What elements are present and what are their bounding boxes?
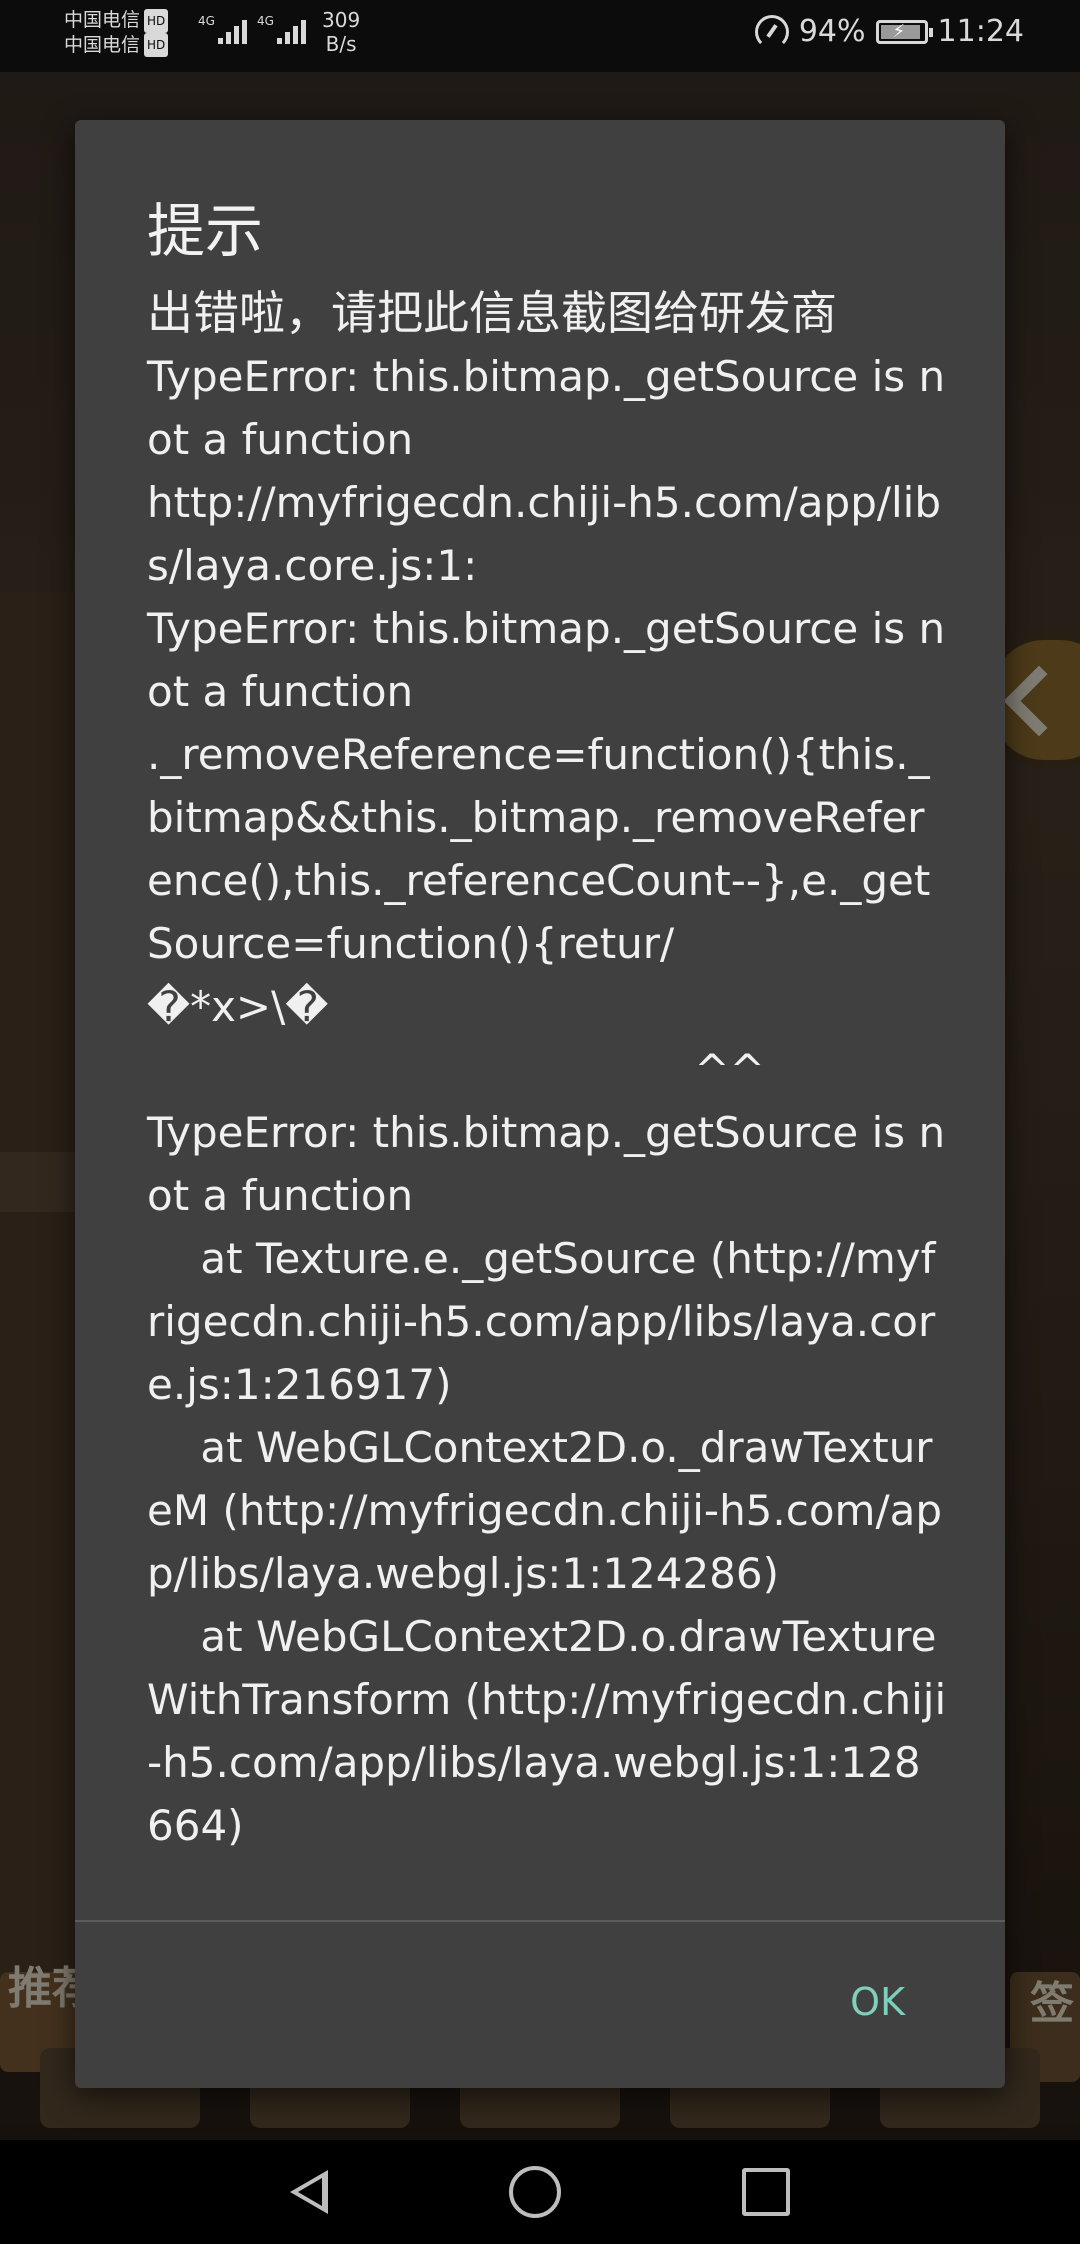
status-right: 94% ⚡ 11:24	[754, 14, 1024, 49]
battery-charging-icon: ⚡	[875, 19, 933, 44]
network-speed: 309 B/s	[322, 8, 360, 56]
performance-gauge-icon	[754, 14, 789, 49]
error-stack-trace: TypeError: this.bitmap._getSource is not…	[147, 352, 947, 1850]
charging-bolt-icon: ⚡	[892, 20, 906, 42]
home-icon[interactable]	[508, 2166, 561, 2218]
carrier-info: 中国电信 HD 中国电信 HD	[64, 8, 169, 57]
hd-badge-1: HD	[144, 8, 169, 33]
signal-icon: 4G	[198, 14, 247, 44]
dialog-message: 出错啦，请把此信息截图给研发商 TypeError: this.bitmap._…	[147, 282, 947, 1857]
status-bar: 中国电信 HD 中国电信 HD 4G 4G 309 B/s 94% ⚡ 11:24	[0, 0, 1080, 72]
signal-icon: 4G	[257, 14, 306, 44]
clock: 11:24	[937, 14, 1024, 49]
carrier-name-2: 中国电信	[64, 33, 141, 56]
hd-badge-2: HD	[144, 33, 169, 57]
ok-button[interactable]: OK	[850, 1980, 905, 2024]
recents-icon[interactable]	[741, 2168, 790, 2216]
carrier-name-1: 中国电信	[64, 9, 141, 31]
battery-percent: 94%	[798, 14, 866, 49]
network-speed-value: 309	[322, 8, 361, 32]
network-speed-unit: B/s	[325, 32, 357, 56]
navigation-bar	[0, 2140, 1080, 2244]
dialog-title: 提示	[147, 197, 264, 265]
signal-strength: 4G 4G	[198, 14, 306, 44]
dialog-heading: 出错啦，请把此信息截图给研发商	[147, 286, 837, 340]
dialog-divider	[75, 1920, 1005, 1922]
error-dialog: 提示 出错啦，请把此信息截图给研发商 TypeError: this.bitma…	[75, 120, 1005, 2088]
back-icon[interactable]	[290, 2170, 329, 2214]
